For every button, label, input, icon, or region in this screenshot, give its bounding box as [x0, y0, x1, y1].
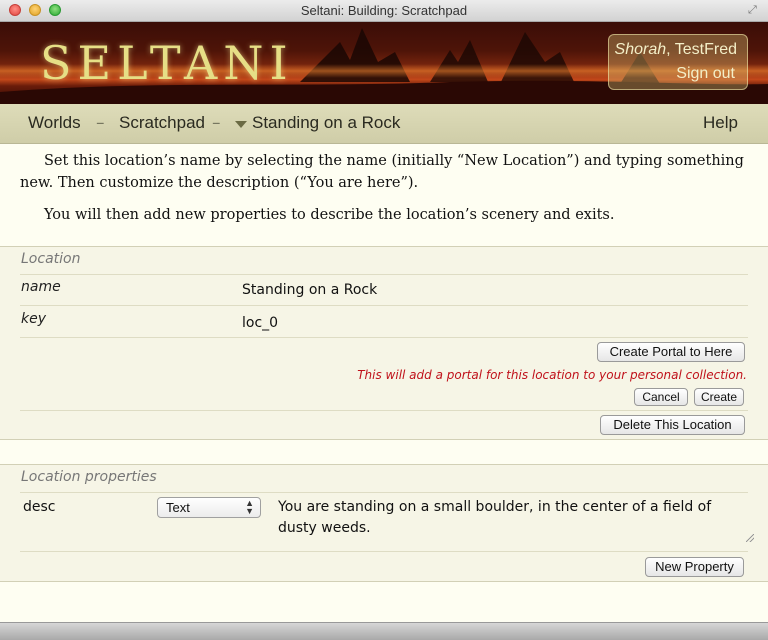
user-separator: ,: [666, 41, 675, 58]
window-bottom-bar: [0, 622, 768, 640]
name-label: name: [21, 279, 61, 295]
nav-worlds-link[interactable]: Worlds: [28, 113, 81, 133]
window-titlebar: Seltani: Building: Scratchpad ⤢: [0, 0, 768, 22]
nav-current-location[interactable]: Standing on a Rock: [252, 113, 400, 133]
resize-handle-icon[interactable]: [746, 534, 754, 542]
location-dropdown-icon[interactable]: [235, 121, 247, 128]
delete-location-button[interactable]: Delete This Location: [600, 415, 745, 435]
breadcrumb-separator: –: [96, 113, 105, 133]
portal-note: This will add a portal for this location…: [357, 368, 747, 382]
user-account[interactable]: TestFred: [675, 41, 737, 58]
location-section-heading: Location: [21, 251, 81, 267]
new-property-button[interactable]: New Property: [645, 557, 744, 577]
site-banner: SELTANI Shorah, TestFred Sign out: [0, 22, 768, 104]
location-name-value[interactable]: Standing on a Rock: [242, 282, 377, 298]
property-value-text: You are standing on a small boulder, in …: [278, 499, 712, 536]
nav-scratchpad-link[interactable]: Scratchpad: [119, 113, 205, 133]
help-link[interactable]: Help: [703, 113, 738, 133]
property-value-textarea[interactable]: You are standing on a small boulder, in …: [276, 496, 756, 544]
properties-section-heading: Location properties: [21, 469, 157, 485]
user-panel: Shorah, TestFred Sign out: [608, 34, 748, 90]
location-section: Location name Standing on a Rock key loc…: [0, 246, 768, 440]
breadcrumb-bar: Worlds – Scratchpad – Standing on a Rock…: [0, 104, 768, 144]
create-portal-button[interactable]: Create Portal to Here: [597, 342, 745, 362]
property-key[interactable]: desc: [23, 499, 56, 515]
create-button[interactable]: Create: [694, 388, 744, 406]
property-type-select[interactable]: Text ▲ ▼: [157, 497, 261, 518]
instructions: Set this location’s name by selecting th…: [20, 150, 750, 236]
breadcrumb-separator: –: [212, 113, 221, 133]
window-title: Seltani: Building: Scratchpad: [300, 3, 468, 18]
user-name[interactable]: Shorah: [615, 41, 667, 58]
user-identity: Shorah, TestFred: [615, 41, 737, 59]
updown-arrows-icon: ▲ ▼: [245, 498, 254, 516]
seltani-logo[interactable]: SELTANI: [40, 36, 294, 90]
instructions-paragraph: Set this location’s name by selecting th…: [20, 153, 744, 191]
sign-out-link[interactable]: Sign out: [676, 65, 735, 83]
location-key-value: loc_0: [242, 315, 279, 331]
cancel-button[interactable]: Cancel: [634, 388, 688, 406]
instructions-paragraph: You will then add new properties to desc…: [44, 207, 615, 223]
key-label: key: [21, 311, 47, 327]
property-type-value: Text: [166, 500, 190, 515]
fullscreen-icon[interactable]: ⤢: [748, 4, 760, 16]
